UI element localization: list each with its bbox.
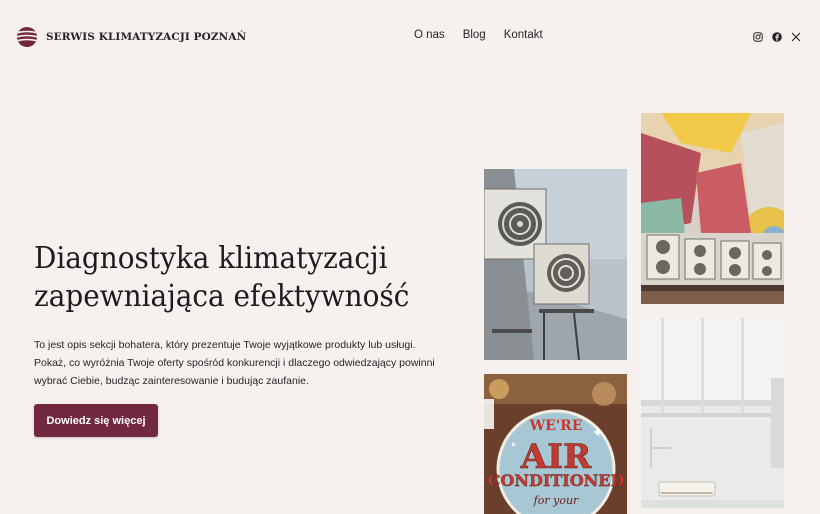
brand-name: SERWIS KLIMATYZACJI POZNAŃ [46,31,247,43]
social-links [752,31,801,42]
main-nav: O nas Blog Kontakt [414,29,543,41]
hero-title-line-2: zapewniająca efektywność [34,279,410,314]
photo-air-conditioned-sign: WE'RE AIR CONDITIONED for your [484,374,627,514]
logo-mark-icon [17,27,37,47]
instagram-icon[interactable] [752,31,763,42]
photo-interior-wall-ac [641,318,784,508]
hero-description: To jest opis sekcji bohatera, który prez… [34,339,435,387]
sign-text-for-your: for your [533,494,579,507]
nav-link-blog[interactable]: Blog [463,29,486,41]
nav-link-o-nas[interactable]: O nas [414,29,445,41]
photo-mural-ac-units [641,113,784,304]
facebook-icon[interactable] [771,31,782,42]
site-header: SERWIS KLIMATYZACJI POZNAŃ O nas Blog Ko… [0,0,820,72]
site-logo[interactable]: SERWIS KLIMATYZACJI POZNAŃ [16,26,246,48]
hero-title-line-1: Diagnostyka klimatyzacji [34,241,388,276]
sign-text-conditioned: CONDITIONED [488,471,625,490]
nav-link-kontakt[interactable]: Kontakt [504,29,543,41]
hero-title: Diagnostyka klimatyzacji zapewniająca ef… [34,240,425,316]
photo-ac-units-wall [484,169,627,360]
sign-text-were: WE'RE [529,418,583,434]
learn-more-button[interactable]: Dowiedz się więcej [34,404,158,437]
x-twitter-icon[interactable] [790,31,801,42]
